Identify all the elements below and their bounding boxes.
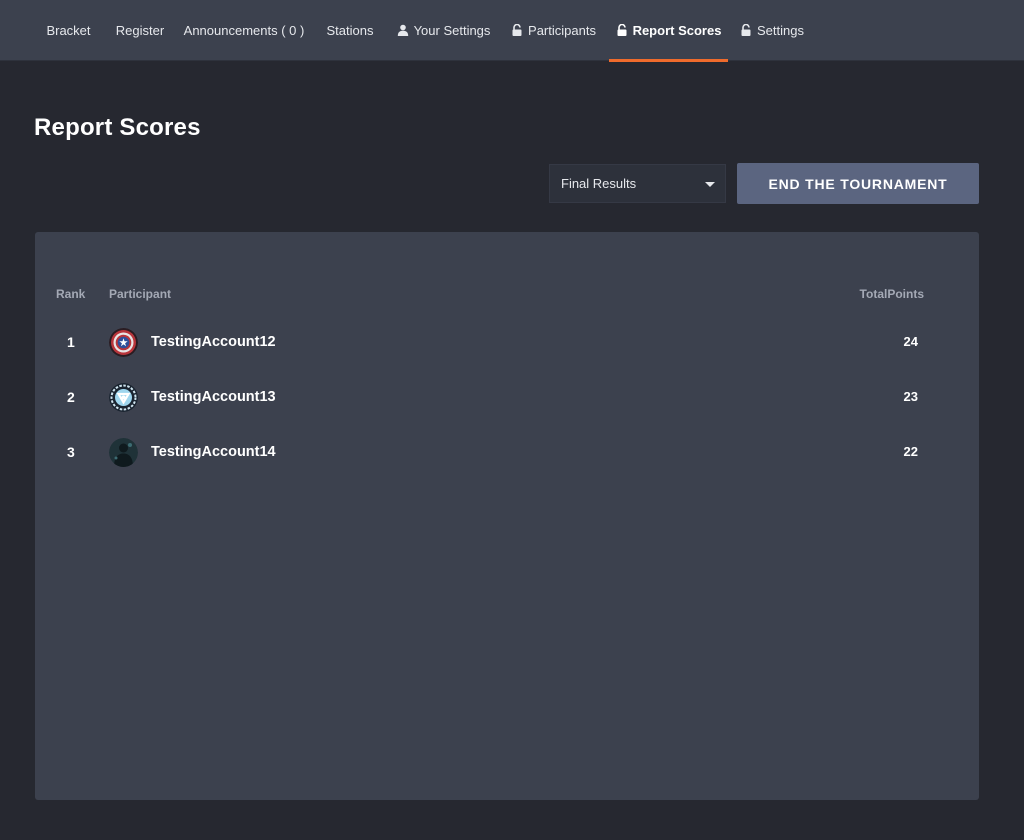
tab-bracket-label: Bracket [46,23,91,38]
tab-your-settings-label: Your Settings [413,23,491,38]
tab-bracket[interactable]: Bracket [35,0,102,61]
caret-down-icon [705,182,715,187]
tab-stations[interactable]: Stations [315,0,385,61]
results-panel: Rank Participant TotalPoints 1 TestingAc… [35,232,979,800]
shield-avatar [109,328,138,357]
unlock-icon [616,23,628,36]
tab-register-label: Register [115,23,165,38]
rank-value: 2 [67,389,75,405]
total-points: 23 [903,389,918,404]
tab-settings-label: Settings [757,23,804,38]
results-type-select[interactable]: Final Results [549,164,726,203]
rank-value: 1 [67,334,75,350]
tab-participants[interactable]: Participants [502,0,605,61]
rank-value: 3 [67,444,75,460]
results-type-selected: Final Results [561,176,637,191]
participant-name[interactable]: TestingAccount14 [151,432,276,472]
top-nav: Bracket Register Announcements ( 0 ) Sta… [0,0,1024,62]
tab-your-settings[interactable]: Your Settings [390,0,497,61]
tab-settings[interactable]: Settings [733,0,811,61]
table-row: 3 TestingAccount14 22 [35,432,979,472]
participant-name[interactable]: TestingAccount12 [151,322,276,362]
total-points: 24 [903,334,918,349]
dark-figure-avatar [109,438,138,467]
column-header-points: TotalPoints [859,287,924,301]
tab-report-scores-label: Report Scores [632,23,722,38]
tab-register[interactable]: Register [107,0,173,61]
table-row: 2 TestingAccount13 23 [35,377,979,417]
total-points: 22 [903,444,918,459]
column-header-rank: Rank [56,287,86,301]
unlock-icon [511,23,523,36]
user-icon [397,24,409,36]
tab-announcements[interactable]: Announcements ( 0 ) [178,0,310,61]
unlock-icon [740,23,752,36]
tab-stations-label: Stations [326,23,374,38]
page-title: Report Scores [34,114,201,141]
table-row: 1 TestingAccount12 24 [35,322,979,362]
arc-reactor-avatar [109,383,138,412]
active-tab-indicator [609,59,728,62]
column-header-participant: Participant [109,287,172,301]
participant-name[interactable]: TestingAccount13 [151,377,276,417]
tab-participants-label: Participants [528,23,596,38]
tab-announcements-label: Announcements ( 0 ) [183,23,305,38]
end-tournament-button[interactable]: END THE TOURNAMENT [737,163,979,204]
tab-report-scores[interactable]: Report Scores [609,0,728,62]
